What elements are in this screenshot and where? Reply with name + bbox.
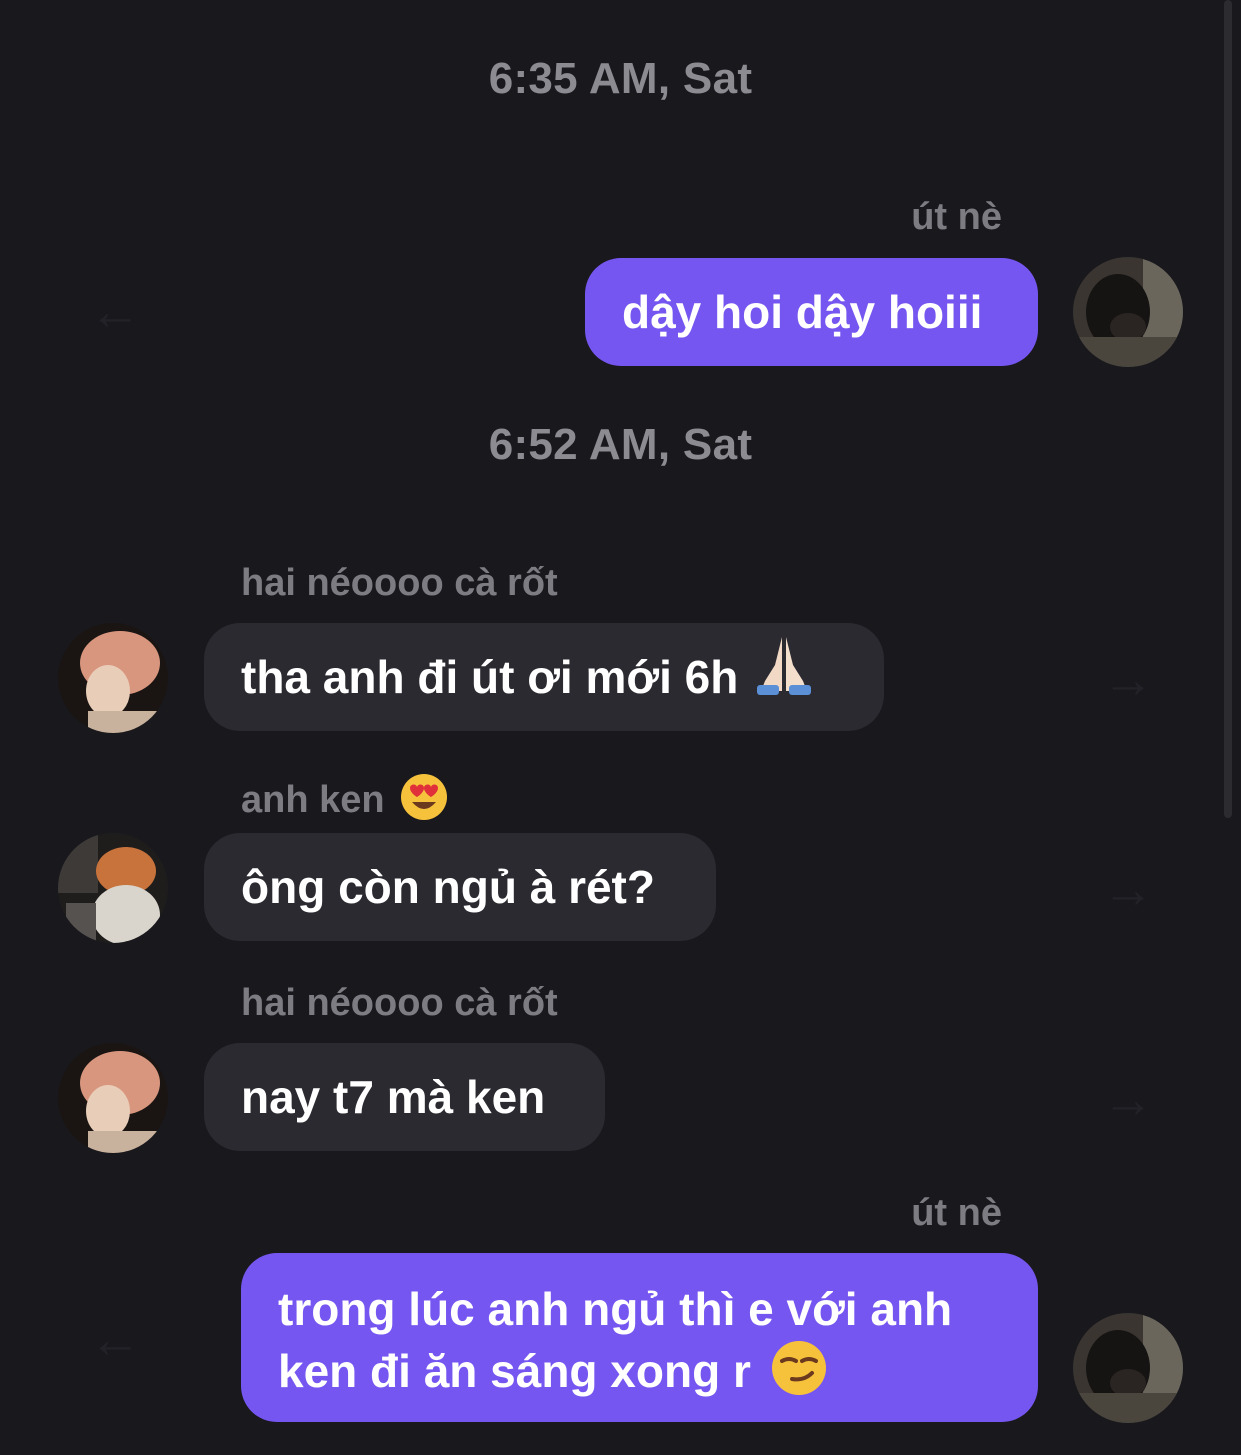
smirking-face-icon xyxy=(770,1339,828,1411)
sender-name: hai néoooo cà rốt xyxy=(241,982,558,1024)
message-bubble-incoming[interactable]: tha anh đi út ơi mới 6h xyxy=(204,623,884,731)
share-arrow-right-icon[interactable]: → xyxy=(1088,654,1168,706)
heart-eyes-icon xyxy=(399,772,449,832)
avatar-anh-ken[interactable] xyxy=(58,833,168,943)
avatar-hai-neoooo[interactable] xyxy=(58,1043,168,1153)
sender-name: anh ken xyxy=(241,772,449,832)
message-bubble-incoming[interactable]: nay t7 mà ken xyxy=(204,1043,605,1151)
avatar-hai-neoooo[interactable] xyxy=(58,623,168,733)
message-bubble-outgoing[interactable]: trong lúc anh ngủ thì e với anh ken đi ă… xyxy=(241,1253,1038,1422)
sender-name: út nè xyxy=(911,1192,1002,1234)
message-text: ken đi ăn sáng xong r xyxy=(278,1345,751,1398)
avatar-ut-ne[interactable] xyxy=(1073,257,1183,367)
avatar-photo-pink-hair xyxy=(58,1043,168,1153)
avatar-photo-pink-hair xyxy=(58,623,168,733)
share-arrow-right-icon[interactable]: → xyxy=(1088,1074,1168,1126)
avatar-ut-ne[interactable] xyxy=(1073,1313,1183,1423)
share-arrow-left-icon[interactable]: ← xyxy=(75,1314,155,1366)
share-arrow-right-icon[interactable]: → xyxy=(1088,864,1168,916)
sender-name-text: anh ken xyxy=(241,779,385,822)
scrollbar-thumb[interactable] xyxy=(1224,0,1232,818)
share-arrow-left-icon[interactable]: ← xyxy=(75,286,155,338)
chat-thread[interactable]: 6:35 AM, Sat út nè ← dậy hoi dậy hoiii 6… xyxy=(0,0,1241,1455)
message-bubble-incoming[interactable]: ông còn ngủ à rét? xyxy=(204,833,716,941)
avatar-photo-dark xyxy=(1073,257,1183,367)
timestamp: 6:52 AM, Sat xyxy=(488,420,753,469)
sender-name: út nè xyxy=(911,196,1002,238)
sender-name: hai néoooo cà rốt xyxy=(241,562,558,604)
avatar-photo-dark xyxy=(1073,1313,1183,1423)
avatar-photo-orange-hair xyxy=(58,833,168,943)
message-text-line: trong lúc anh ngủ thì e với anh xyxy=(278,1283,953,1335)
timestamp: 6:35 AM, Sat xyxy=(488,54,753,103)
message-bubble-outgoing[interactable]: dậy hoi dậy hoiii xyxy=(585,258,1038,366)
scrollbar[interactable] xyxy=(1222,0,1234,1455)
message-text: tha anh đi út ơi mới 6h xyxy=(241,651,739,703)
folded-hands-icon xyxy=(751,627,817,735)
message-text-line: ken đi ăn sáng xong r xyxy=(278,1339,1001,1411)
